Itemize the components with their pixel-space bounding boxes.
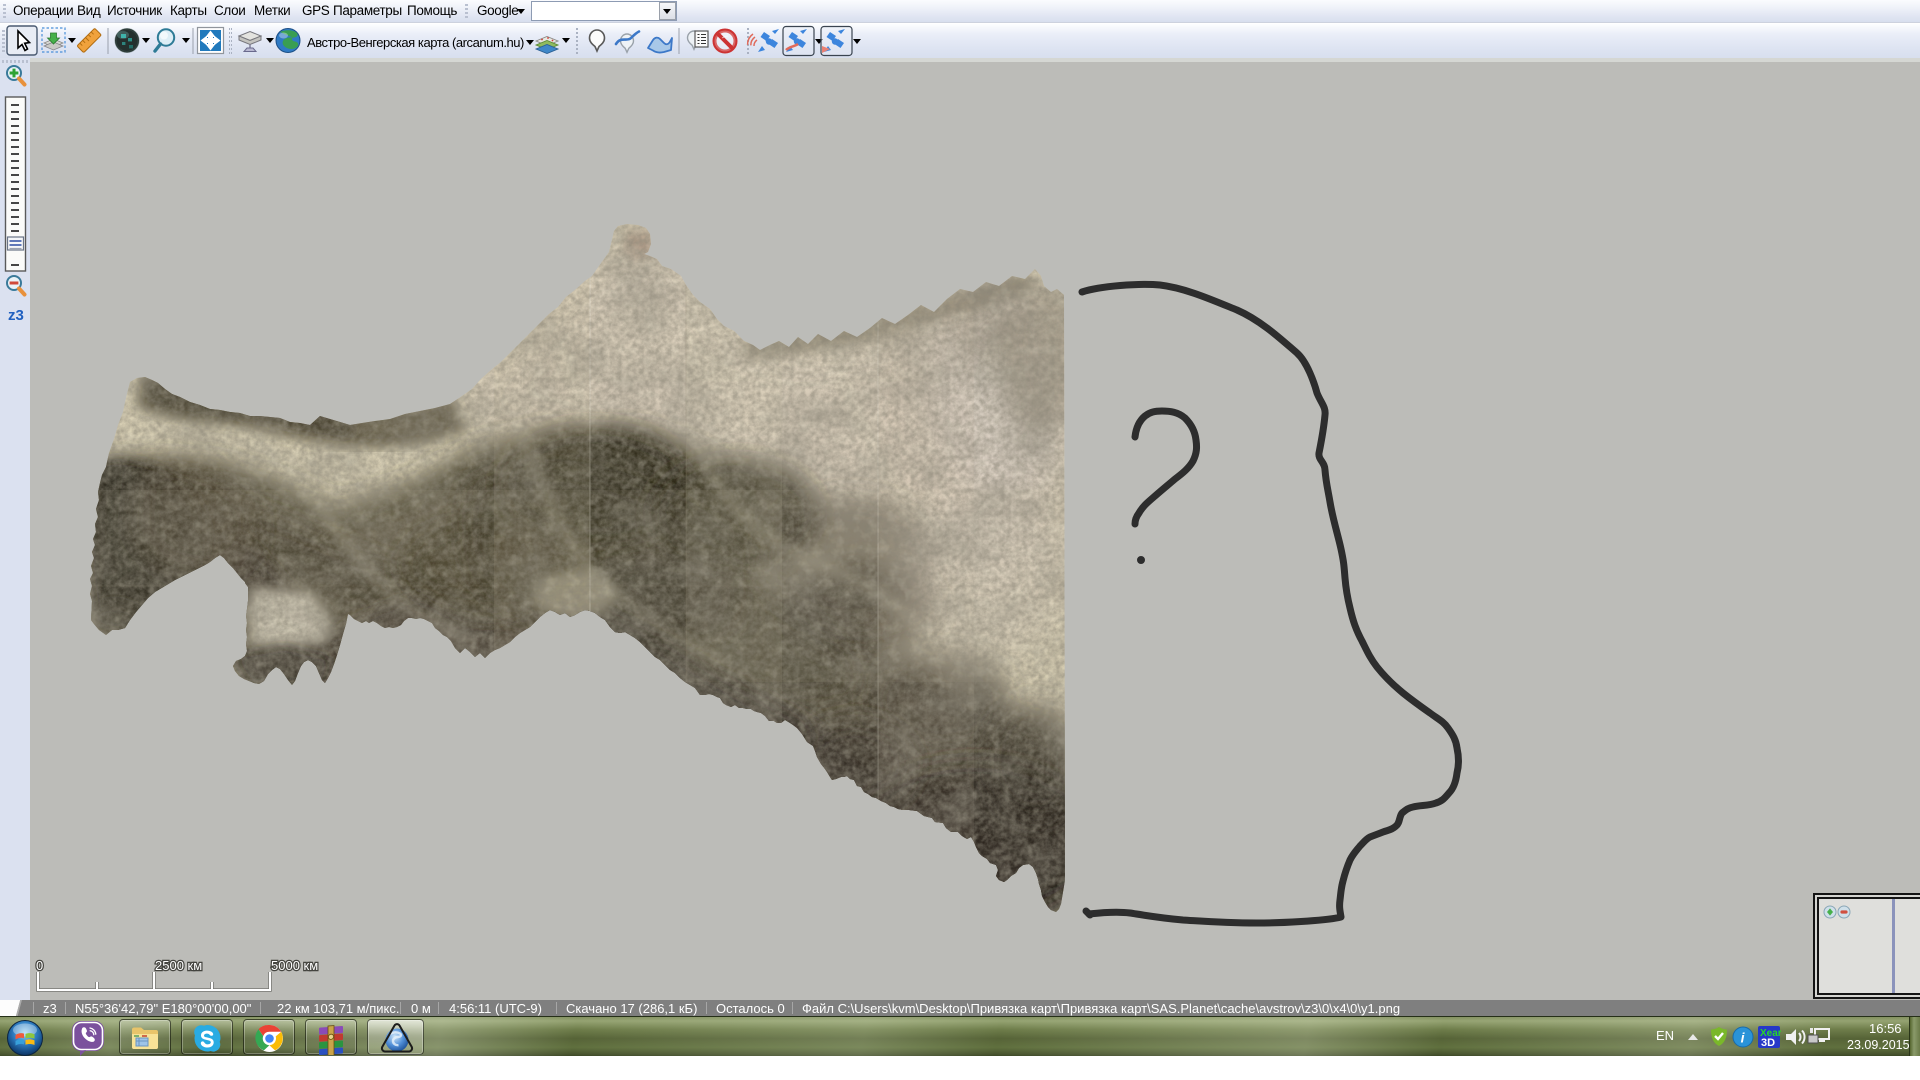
svg-text:0: 0 (36, 958, 43, 973)
svg-text:3D: 3D (1761, 1037, 1775, 1049)
svg-text:z3: z3 (8, 307, 24, 324)
svg-text:5000 км: 5000 км (271, 958, 318, 973)
svg-text:2500 км: 2500 км (155, 958, 202, 973)
